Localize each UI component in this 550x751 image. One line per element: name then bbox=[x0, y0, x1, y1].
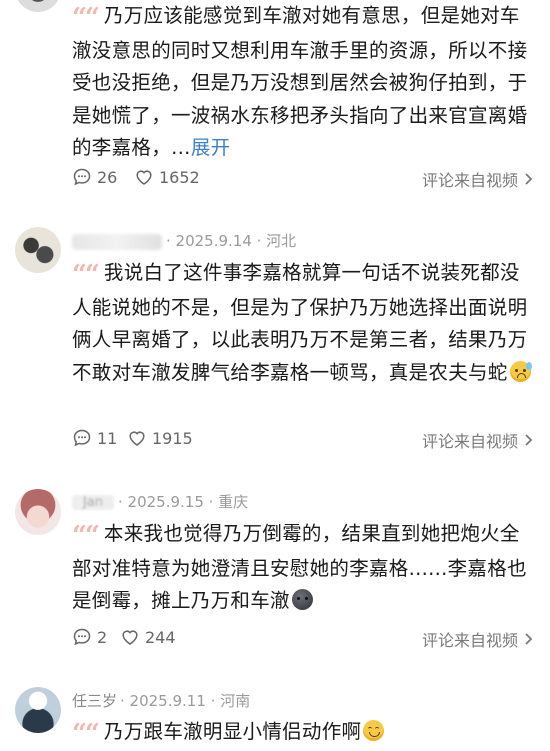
username-blurred bbox=[72, 233, 162, 250]
comment-body: 乃万跟车澈明显小情侣动作啊 bbox=[103, 720, 362, 743]
avatar[interactable] bbox=[15, 687, 61, 733]
source-label: 评论来自视频 bbox=[421, 631, 518, 650]
dark-face-emoji-icon bbox=[291, 589, 313, 610]
chevron-right-icon bbox=[525, 633, 533, 645]
source-label: 评论来自视频 bbox=[421, 171, 518, 190]
comment-bubble-icon bbox=[73, 628, 91, 646]
reply-count: 26 bbox=[97, 167, 118, 187]
reply-button[interactable]: 26 bbox=[72, 167, 117, 187]
quote-mark-icon: ““ bbox=[72, 719, 100, 749]
source-label: 评论来自视频 bbox=[421, 432, 518, 451]
like-count: 1915 bbox=[152, 428, 193, 448]
comment-date-location: · 2025.9.11 · 河南 bbox=[120, 692, 251, 710]
comment-footer: 2 244 评论来自视频 bbox=[72, 627, 534, 651]
source-video-link[interactable]: 评论来自视频 bbox=[422, 167, 534, 191]
reply-button[interactable]: 2 bbox=[72, 627, 107, 647]
anxious-sweat-emoji-icon bbox=[509, 360, 532, 382]
comment-footer: 11 1915 评论来自视频 bbox=[72, 428, 534, 452]
comment-date-location: · 2025.9.15 · 重庆 bbox=[118, 493, 249, 511]
comment-body: 乃万应该能感觉到车澈对她有意思，但是她对车澈没意思的同时又想利用车澈手里的资源，… bbox=[72, 4, 528, 159]
comment-bubble-icon bbox=[73, 429, 91, 447]
username-blurred: Jan bbox=[72, 495, 114, 510]
comment-footer: 26 1652 评论来自视频 bbox=[72, 167, 534, 191]
quote-mark-icon: ““ bbox=[72, 3, 100, 33]
comment-username[interactable]: 任三岁 bbox=[72, 692, 117, 710]
comment-text: ““ 乃万跟车澈明显小情侣动作啊 bbox=[72, 716, 534, 751]
chevron-right-icon bbox=[525, 173, 533, 185]
avatar[interactable] bbox=[15, 489, 61, 535]
like-count: 244 bbox=[145, 627, 176, 647]
comment-text: ““ 乃万应该能感觉到车澈对她有意思，但是她对车澈没意思的同时又想利用车澈手里的资… bbox=[72, 0, 534, 165]
comment-body: 我说白了这件事李嘉格就算一句话不说装死都没人能说她的不是，但是为了保护乃万她选择… bbox=[72, 261, 528, 384]
comment-text: ““ 我说白了这件事李嘉格就算一句话不说装死都没人能说她的不是，但是为了保护乃万她… bbox=[72, 257, 534, 389]
comment-meta: · 2025.9.14 · 河北 bbox=[72, 230, 296, 251]
comment-meta: 任三岁 · 2025.9.11 · 河南 bbox=[72, 690, 250, 711]
comment-bubble-icon bbox=[73, 168, 91, 186]
source-video-link[interactable]: 评论来自视频 bbox=[422, 428, 534, 452]
heart-icon bbox=[129, 431, 145, 446]
source-video-link[interactable]: 评论来自视频 bbox=[422, 627, 534, 651]
comment-meta: Jan · 2025.9.15 · 重庆 bbox=[72, 491, 248, 512]
quote-mark-icon: ““ bbox=[72, 260, 100, 290]
heart-icon bbox=[136, 170, 152, 185]
avatar[interactable] bbox=[15, 227, 61, 273]
like-button[interactable]: 1915 bbox=[127, 428, 193, 448]
comment-text: ““ 本来我也觉得乃万倒霉的，结果直到她把炮火全部对准特意为她澄清且安慰她的李嘉格… bbox=[72, 518, 534, 618]
comment-date-location: · 2025.9.14 · 河北 bbox=[166, 232, 297, 250]
reply-button[interactable]: 11 bbox=[72, 428, 117, 448]
heart-icon bbox=[122, 630, 138, 645]
like-button[interactable]: 244 bbox=[120, 627, 176, 647]
like-count: 1652 bbox=[159, 167, 200, 187]
chevron-right-icon bbox=[525, 434, 533, 446]
quote-mark-icon: ““ bbox=[72, 521, 100, 551]
reply-count: 2 bbox=[97, 627, 108, 647]
expand-link[interactable]: 展开 bbox=[191, 136, 231, 159]
avatar[interactable] bbox=[15, 0, 61, 12]
reply-count: 11 bbox=[97, 428, 118, 448]
like-button[interactable]: 1652 bbox=[134, 167, 200, 187]
smile-emoji-icon bbox=[363, 720, 385, 741]
